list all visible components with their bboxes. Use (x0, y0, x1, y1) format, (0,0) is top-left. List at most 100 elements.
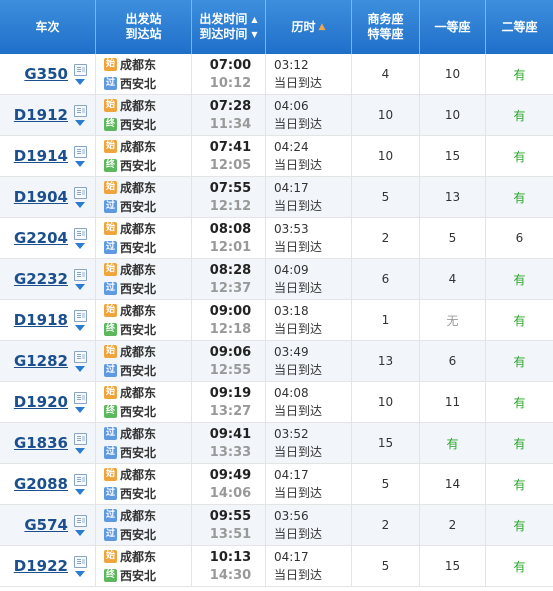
time-cell: 09:00 12:18 (192, 300, 266, 340)
chevron-down-icon[interactable] (75, 324, 85, 331)
train-cell: G1282 (0, 341, 96, 381)
chevron-down-icon[interactable] (75, 119, 85, 126)
train-info-card-icon[interactable] (73, 391, 87, 404)
seat-count: 有 (513, 436, 526, 451)
station-cell: 始 成都东 终 西安北 (96, 136, 192, 176)
train-info-card-icon[interactable] (73, 432, 87, 445)
chevron-down-icon[interactable] (75, 406, 85, 413)
seat-count: 13 (377, 354, 394, 368)
same-day-arrival: 当日到达 (274, 567, 323, 582)
station-type-badge: 终 (104, 118, 117, 131)
station-type-badge: 始 (104, 304, 117, 317)
duration: 03:52 (274, 426, 309, 441)
header-duration[interactable]: 历时 ▲ (266, 0, 352, 54)
chevron-down-icon[interactable] (75, 283, 85, 290)
to-station: 西安北 (120, 364, 157, 378)
station-cell: 过 成都东 过 西安北 (96, 505, 192, 545)
train-info-card-icon[interactable] (73, 145, 87, 158)
business-seat-cell: 2 (352, 218, 420, 258)
train-cell: G350 (0, 54, 96, 94)
duration-cell: 04:08 当日到达 (266, 382, 352, 422)
duration: 04:06 (274, 98, 309, 113)
train-info-card-icon[interactable] (73, 350, 87, 363)
train-number-link[interactable]: G2232 (14, 270, 68, 288)
station-type-badge: 始 (104, 222, 117, 235)
duration-cell: 04:09 当日到达 (266, 259, 352, 299)
from-station: 成都东 (120, 345, 157, 359)
station-cell: 始 成都东 过 西安北 (96, 218, 192, 258)
from-station: 成都东 (120, 386, 157, 400)
chevron-down-icon[interactable] (75, 160, 85, 167)
station-type-badge: 终 (104, 159, 117, 172)
train-number-link[interactable]: G2204 (14, 229, 68, 247)
from-station: 成都东 (120, 140, 157, 154)
chevron-down-icon[interactable] (75, 570, 85, 577)
from-station: 成都东 (120, 304, 157, 318)
sort-asc-icon[interactable]: ▲ (319, 20, 326, 35)
first-class-cell: 11 (420, 382, 486, 422)
business-seat-cell: 10 (352, 382, 420, 422)
train-number-link[interactable]: D1912 (14, 106, 68, 124)
train-cell: D1904 (0, 177, 96, 217)
train-info-card-icon[interactable] (73, 309, 87, 322)
train-info-card-icon[interactable] (73, 186, 87, 199)
departure-time: 08:28 (209, 262, 252, 278)
train-number-link[interactable]: G1836 (14, 434, 68, 452)
header-times[interactable]: 出发时间 到达时间 ▲ ▼ (192, 0, 266, 54)
table-row: D1918 始 成都东 终 西安北 09:00 12:18 03:18 当日到达… (0, 300, 553, 341)
from-station: 成都东 (120, 427, 157, 441)
station-cell: 始 成都东 终 西安北 (96, 382, 192, 422)
table-row: G574 过 成都东 过 西安北 09:55 13:51 03:56 当日到达 … (0, 505, 553, 546)
seat-count: 有 (513, 190, 526, 205)
train-number-link[interactable]: D1920 (14, 393, 68, 411)
seat-count: 10 (377, 149, 394, 163)
chevron-down-icon[interactable] (75, 365, 85, 372)
business-seat-cell: 15 (352, 423, 420, 463)
sort-down-icon[interactable]: ▼ (251, 27, 257, 42)
train-info-card-icon[interactable] (73, 63, 87, 76)
duration-cell: 03:12 当日到达 (266, 54, 352, 94)
duration: 04:17 (274, 180, 309, 195)
chevron-down-icon[interactable] (75, 488, 85, 495)
train-number-link[interactable]: G350 (24, 65, 68, 83)
from-station: 成都东 (120, 58, 157, 72)
train-info-card-icon[interactable] (73, 104, 87, 117)
arrival-time: 14:06 (209, 485, 252, 501)
time-cell: 07:28 11:34 (192, 95, 266, 135)
chevron-down-icon[interactable] (75, 78, 85, 85)
train-number-link[interactable]: D1914 (14, 147, 68, 165)
train-number-link[interactable]: G2088 (14, 475, 68, 493)
time-cell: 09:41 13:33 (192, 423, 266, 463)
train-cell: G2232 (0, 259, 96, 299)
sort-up-icon[interactable]: ▲ (251, 12, 257, 27)
train-number-link[interactable]: D1918 (14, 311, 68, 329)
station-type-badge: 始 (104, 345, 117, 358)
station-type-badge: 始 (104, 550, 117, 563)
seat-count: 2 (381, 518, 390, 532)
table-row: G2204 始 成都东 过 西安北 08:08 12:01 03:53 当日到达… (0, 218, 553, 259)
train-info-card-icon[interactable] (73, 473, 87, 486)
to-station: 西安北 (120, 282, 157, 296)
table-row: G2232 始 成都东 过 西安北 08:28 12:37 04:09 当日到达… (0, 259, 553, 300)
train-info-card-icon[interactable] (73, 555, 87, 568)
departure-time: 08:08 (209, 221, 252, 237)
train-info-card-icon[interactable] (73, 227, 87, 240)
train-info-card-icon[interactable] (73, 268, 87, 281)
duration: 03:56 (274, 508, 309, 523)
chevron-down-icon[interactable] (75, 529, 85, 536)
train-cell: D1920 (0, 382, 96, 422)
chevron-down-icon[interactable] (75, 201, 85, 208)
train-number-link[interactable]: G574 (24, 516, 68, 534)
train-info-card-icon[interactable] (73, 514, 87, 527)
train-cell: D1918 (0, 300, 96, 340)
chevron-down-icon[interactable] (75, 447, 85, 454)
business-seat-cell: 5 (352, 177, 420, 217)
station-type-badge: 过 (104, 509, 117, 522)
train-number-link[interactable]: D1904 (14, 188, 68, 206)
train-number-link[interactable]: G1282 (14, 352, 68, 370)
train-number-link[interactable]: D1922 (14, 557, 68, 575)
time-cell: 07:55 12:12 (192, 177, 266, 217)
first-class-cell: 15 (420, 136, 486, 176)
chevron-down-icon[interactable] (75, 242, 85, 249)
duration-cell: 03:18 当日到达 (266, 300, 352, 340)
